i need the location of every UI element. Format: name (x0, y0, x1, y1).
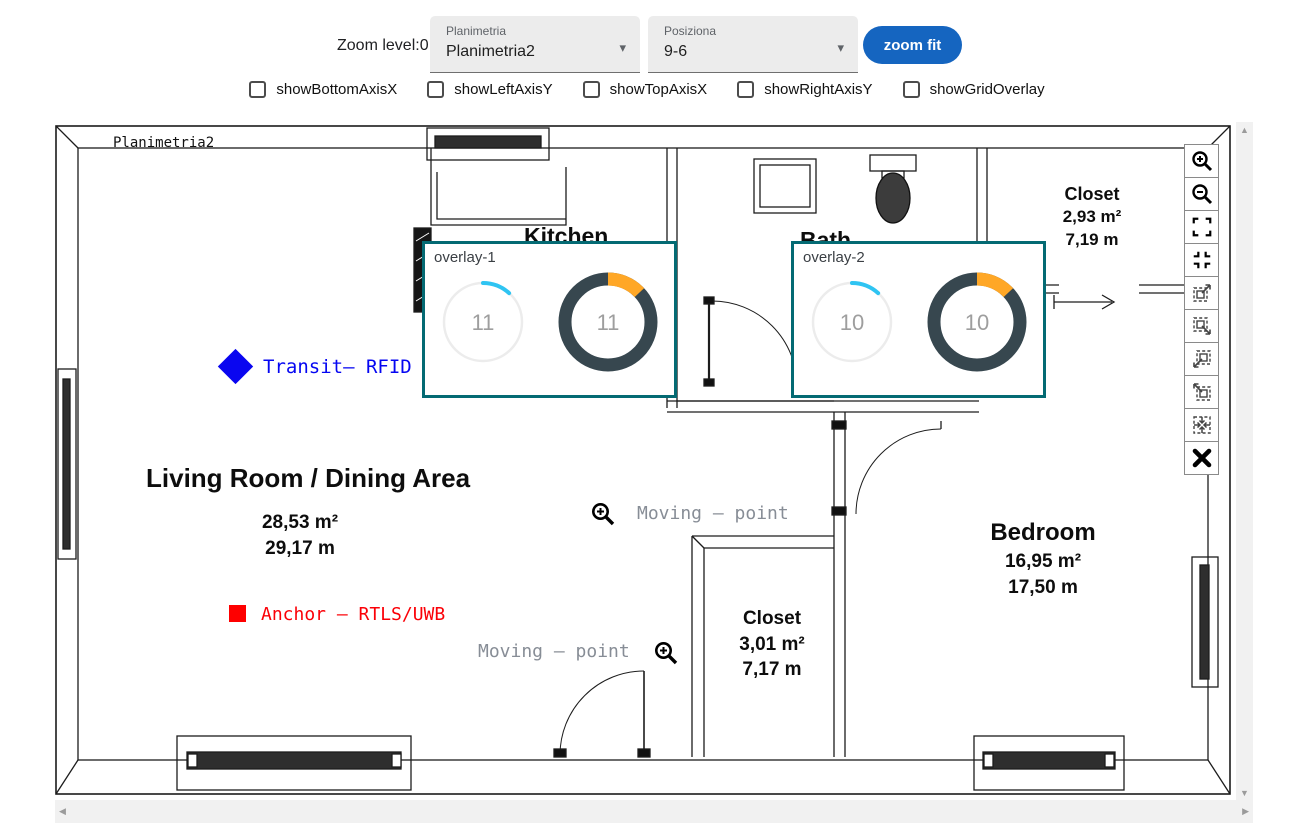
overlay-widget-1[interactable]: overlay-1 11 11 (422, 241, 677, 398)
svg-text:11: 11 (596, 310, 619, 335)
resize-up-left-button[interactable] (1184, 375, 1219, 409)
zoom-out-icon (1190, 182, 1214, 206)
checkbox-box[interactable] (249, 81, 266, 98)
scroll-left-arrow[interactable]: ◀ (59, 803, 66, 820)
checkbox-box[interactable] (583, 81, 600, 98)
svg-text:10: 10 (965, 310, 989, 335)
room-area-living: 28,53 m² 29,17 m (230, 510, 370, 561)
checkbox-show-left-axis-y[interactable]: showLeftAxisY (427, 81, 552, 98)
room-label-closet-bottom: Closet 3,01 m² 7,17 m (712, 606, 832, 683)
resize-down-left-icon (1190, 347, 1214, 371)
moving-point-label: Moving – point (637, 503, 789, 524)
scroll-up-arrow[interactable]: ▲ (1240, 122, 1249, 139)
horizontal-scrollbar[interactable]: ◀ ▶ (55, 800, 1253, 823)
fullscreen-button[interactable] (1184, 210, 1219, 244)
ring-gauge-thin: 11 (435, 274, 531, 370)
svg-text:10: 10 (840, 310, 864, 335)
anchor-rtls-label: Anchor – RTLS/UWB (261, 604, 445, 625)
checkbox-label: showTopAxisX (610, 81, 708, 98)
planimetria-select-label: Planimetria (446, 24, 506, 38)
anchor-rtls-marker[interactable] (229, 605, 246, 622)
canvas-tool-palette (1184, 145, 1219, 475)
room-label-living: Living Room / Dining Area (146, 461, 470, 496)
donut-gauge-thick: 10 (921, 266, 1033, 378)
zoom-level-text: Zoom level:0 (337, 37, 429, 55)
checkbox-show-bottom-axis-x[interactable]: showBottomAxisX (249, 81, 397, 98)
donut-gauge-thick: 11 (552, 266, 664, 378)
posiziona-select-label: Posiziona (664, 24, 716, 38)
checkbox-show-top-axis-x[interactable]: showTopAxisX (583, 81, 708, 98)
magnifier-plus-icon[interactable] (590, 501, 617, 528)
resize-up-right-button[interactable] (1184, 276, 1219, 310)
zoom-in-button[interactable] (1184, 144, 1219, 178)
overlay-title: overlay-1 (425, 244, 674, 266)
zoom-in-icon (1190, 149, 1214, 173)
app-window: Zoom level:0 Planimetria Planimetria2 ▾ … (0, 0, 1294, 824)
checkbox-label: showRightAxisY (764, 81, 872, 98)
axis-checkbox-row: showBottomAxisX showLeftAxisY showTopAxi… (0, 81, 1294, 98)
checkbox-box[interactable] (427, 81, 444, 98)
close-icon (1190, 446, 1214, 470)
checkbox-label: showLeftAxisY (454, 81, 552, 98)
resize-up-right-icon (1190, 281, 1214, 305)
overlay-title: overlay-2 (794, 244, 1043, 266)
checkbox-box[interactable] (737, 81, 754, 98)
planimetria-select[interactable]: Planimetria Planimetria2 ▾ (430, 16, 640, 73)
checkbox-show-right-axis-y[interactable]: showRightAxisY (737, 81, 872, 98)
room-label-closet-top: Closet 2,93 m² 7,19 m (1042, 182, 1142, 252)
close-button[interactable] (1184, 441, 1219, 475)
posiziona-select-value: 9-6 (664, 43, 687, 61)
checkbox-label: showGridOverlay (930, 81, 1045, 98)
fullscreen-exit-button[interactable] (1184, 243, 1219, 277)
resize-up-left-icon (1190, 380, 1214, 404)
plan-title: Planimetria2 (113, 135, 214, 151)
posiziona-select[interactable]: Posiziona 9-6 ▾ (648, 16, 858, 73)
checkbox-label: showBottomAxisX (276, 81, 397, 98)
fullscreen-exit-icon (1191, 249, 1213, 271)
resize-down-right-icon (1190, 314, 1214, 338)
room-label-bedroom: Bedroom 16,95 m² 17,50 m (968, 517, 1118, 601)
zoom-out-button[interactable] (1184, 177, 1219, 211)
fullscreen-icon (1191, 216, 1213, 238)
compress-center-button[interactable] (1184, 408, 1219, 442)
chevron-down-icon: ▾ (619, 40, 626, 56)
ring-gauge-thin: 10 (804, 274, 900, 370)
checkbox-box[interactable] (903, 81, 920, 98)
svg-text:11: 11 (472, 310, 495, 335)
zoom-fit-button[interactable]: zoom fit (863, 26, 962, 64)
magnifier-plus-icon[interactable] (653, 640, 680, 667)
chevron-down-icon: ▾ (837, 40, 844, 56)
planimetria-select-value: Planimetria2 (446, 43, 535, 61)
overlay-widget-2[interactable]: overlay-2 10 10 (791, 241, 1046, 398)
resize-down-left-button[interactable] (1184, 342, 1219, 376)
resize-down-right-button[interactable] (1184, 309, 1219, 343)
vertical-scrollbar[interactable]: ▲ ▼ (1236, 122, 1253, 802)
scroll-right-arrow[interactable]: ▶ (1242, 803, 1249, 820)
transit-rfid-label: Transit– RFID (263, 356, 412, 378)
moving-point-label: Moving – point (478, 641, 630, 662)
compress-center-icon (1190, 413, 1214, 437)
checkbox-show-grid-overlay[interactable]: showGridOverlay (903, 81, 1045, 98)
